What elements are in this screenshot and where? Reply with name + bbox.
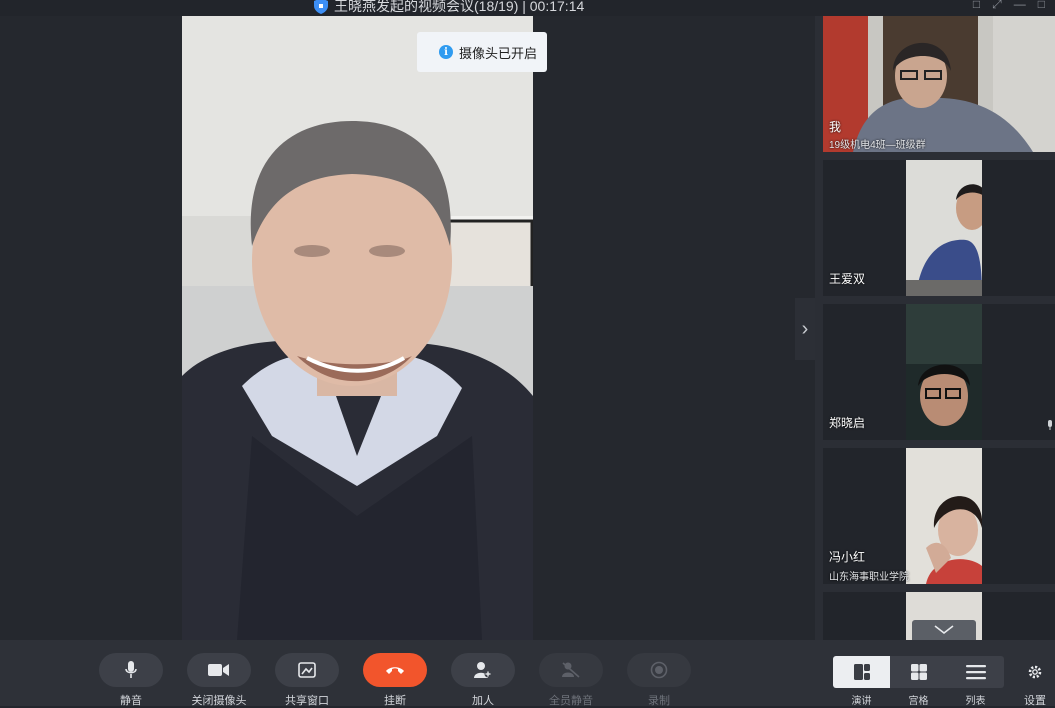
participant-tile[interactable]: 王爱双: [823, 160, 1055, 296]
meeting-title-text: 王晓燕发起的视频会议(18/19) | 00:17:14: [334, 0, 585, 14]
title-bar: 王晓燕发起的视频会议(18/19) | 00:17:14 □ ⤢ — □: [0, 0, 1055, 16]
info-icon: i: [439, 45, 453, 59]
list-layout-label: 列表: [965, 696, 986, 707]
chevron-down-icon: [934, 625, 954, 635]
speaker-layout-label: 演讲: [851, 696, 872, 707]
add-person-button[interactable]: [451, 653, 515, 687]
gear-icon: [1028, 665, 1042, 679]
participant-name: 郑晓启: [829, 416, 866, 430]
list-layout-button[interactable]: [947, 656, 1004, 688]
minimize-icon[interactable]: —: [1014, 0, 1026, 11]
microphone-icon: [1048, 420, 1052, 430]
speaker-layout-button[interactable]: [833, 656, 890, 688]
add-user-icon: [474, 662, 492, 678]
speaker-view-icon: [853, 664, 870, 680]
participant-subtitle: 19级机电4班—班级群: [829, 140, 926, 151]
participant-tile[interactable]: 冯小红 山东海事职业学院: [823, 448, 1055, 584]
toast-text: 摄像头已开启: [459, 45, 538, 61]
settings-button[interactable]: [1027, 664, 1043, 685]
participant-name: 王爱双: [829, 272, 866, 286]
chevron-right-icon: ›: [801, 317, 809, 340]
grid-layout-label: 宫格: [908, 696, 929, 707]
participant-name: 我: [829, 120, 842, 134]
bottom-toolbar: 静音 关闭摄像头 共享窗口 挂断 加人 全员静音 录制 演讲 宫格 列表 设置: [0, 640, 1055, 707]
collapse-panel-button[interactable]: ›: [795, 298, 815, 360]
participant-video: [823, 16, 1055, 152]
mute-all-button[interactable]: [539, 653, 603, 687]
hang-up-button[interactable]: [363, 653, 427, 687]
record-icon: [650, 661, 668, 679]
layout-switcher: [833, 656, 1004, 688]
grid-layout-button[interactable]: [890, 656, 947, 688]
main-video[interactable]: [182, 16, 533, 640]
main-stage: i 摄像头已开启 ›: [0, 16, 815, 640]
mute-all-icon: [562, 662, 580, 678]
participant-tile-self[interactable]: 我 19级机电4班—班级群: [823, 16, 1055, 152]
mute-button[interactable]: [99, 653, 163, 687]
participant-name: 冯小红: [829, 550, 866, 564]
participant-video: [906, 160, 982, 296]
scroll-down-button[interactable]: [912, 620, 976, 640]
share-window-button[interactable]: [275, 653, 339, 687]
record-button[interactable]: [627, 653, 691, 687]
camera-off-button[interactable]: [187, 653, 251, 687]
speaker-video-frame: [182, 16, 533, 640]
share-screen-icon: [298, 662, 316, 678]
participant-tile[interactable]: 郑晓启: [823, 304, 1055, 440]
participant-video: [906, 304, 982, 440]
pin-icon[interactable]: □: [973, 0, 980, 11]
microphone-icon: [125, 661, 137, 678]
meeting-title: 王晓燕发起的视频会议(18/19) | 00:17:14: [314, 0, 584, 16]
camera-on-toast: i 摄像头已开启: [417, 32, 547, 72]
fullscreen-icon[interactable]: ⤢: [992, 0, 1002, 11]
participant-video: [906, 448, 982, 584]
shield-icon: [314, 0, 328, 14]
grid-view-icon: [910, 664, 927, 680]
video-camera-icon: [208, 664, 229, 676]
phone-hangup-icon: [386, 667, 404, 674]
participant-panel: 我 19级机电4班—班级群 王爱双 郑晓启 冯小红 山东海事职业学院: [815, 16, 1055, 640]
participant-subtitle: 山东海事职业学院: [829, 572, 909, 583]
list-view-icon: [965, 665, 986, 680]
maximize-icon[interactable]: □: [1038, 0, 1045, 11]
